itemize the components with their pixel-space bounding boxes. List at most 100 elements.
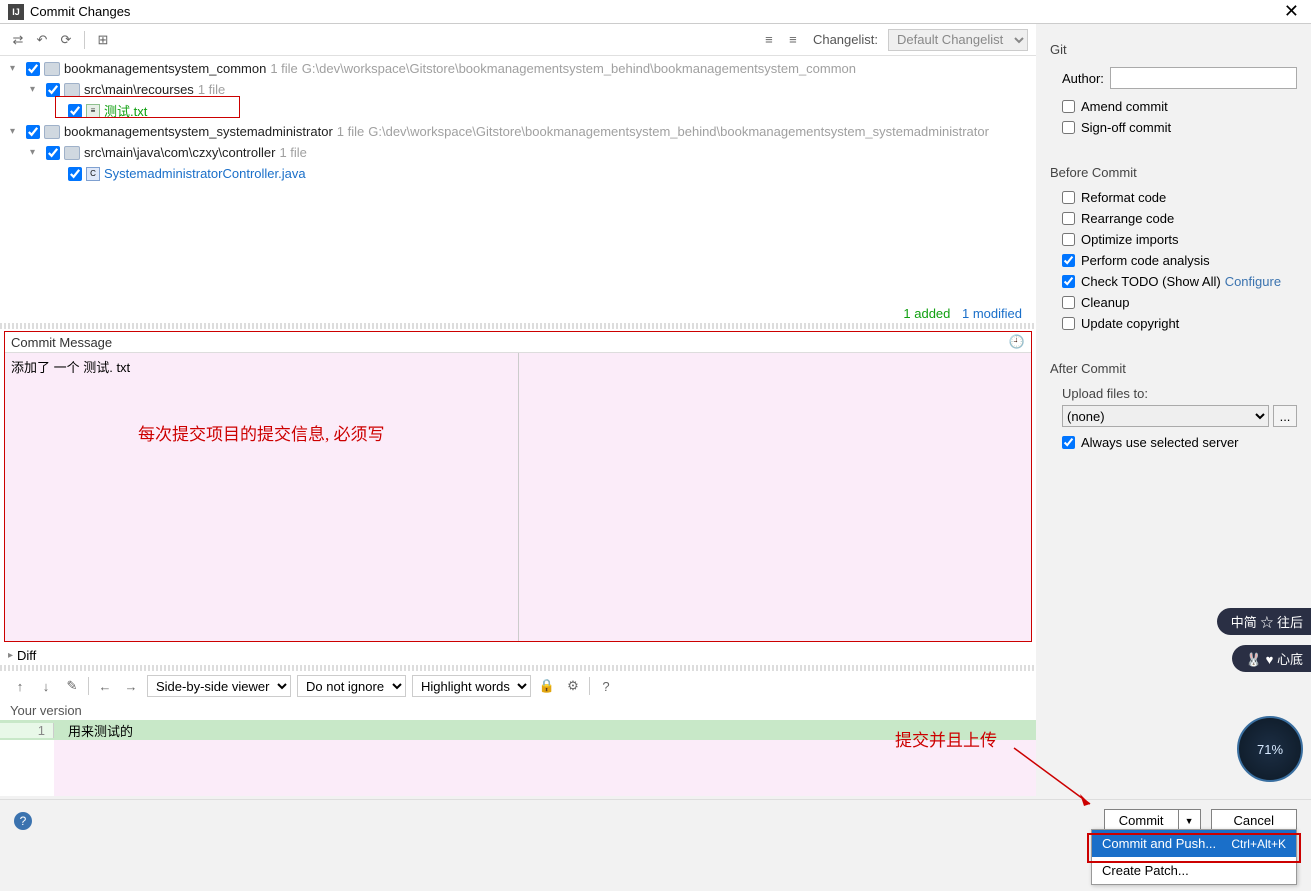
prev-file-icon[interactable]: ← bbox=[95, 676, 115, 696]
close-icon[interactable]: ✕ bbox=[1280, 1, 1303, 22]
create-patch-item[interactable]: Create Patch... bbox=[1092, 857, 1296, 884]
chevron-right-icon[interactable]: ▸ bbox=[8, 650, 13, 661]
analysis-checkbox[interactable] bbox=[1062, 254, 1075, 267]
line-content: 用来测试的 bbox=[54, 721, 133, 740]
module-path: G:\dev\workspace\Gitstore\bookmanagement… bbox=[302, 61, 856, 76]
changelist-select[interactable]: Default Changelist bbox=[888, 29, 1028, 51]
file-name: 测试.txt bbox=[104, 101, 147, 120]
changes-tree: bookmanagementsystem_common 1 file G:\de… bbox=[0, 56, 1036, 304]
rearrange-checkbox[interactable] bbox=[1062, 212, 1075, 225]
commit-toolbar: ⇄ ↶ ⟳ ⊞ ≡ ≡ Changelist: Default Changeli… bbox=[0, 24, 1036, 56]
upload-select[interactable]: (none) bbox=[1062, 405, 1269, 427]
reformat-label: Reformat code bbox=[1081, 190, 1166, 205]
tree-module-row[interactable]: bookmanagementsystem_systemadministrator… bbox=[0, 121, 1036, 142]
optimize-checkbox[interactable] bbox=[1062, 233, 1075, 246]
module-icon bbox=[44, 62, 60, 76]
next-diff-icon[interactable]: ↓ bbox=[36, 676, 56, 696]
highlight-select[interactable]: Highlight words bbox=[412, 675, 531, 697]
commit-message-input[interactable]: 添加了 一个 测试. txt 每次提交项目的提交信息, 必须写 bbox=[5, 353, 519, 641]
copyright-label: Update copyright bbox=[1081, 316, 1179, 331]
upload-label: Upload files to: bbox=[1050, 386, 1297, 401]
diff-line: 1 用来测试的 bbox=[0, 720, 1036, 740]
always-checkbox[interactable] bbox=[1062, 436, 1075, 449]
revert-icon[interactable]: ↶ bbox=[32, 30, 52, 50]
lock-icon[interactable]: 🔒 bbox=[537, 676, 557, 696]
annotation-text: 提交并且上传 bbox=[895, 726, 997, 751]
tree-file-row[interactable]: C SystemadministratorController.java bbox=[0, 163, 1036, 184]
configure-link[interactable]: Configure bbox=[1225, 274, 1281, 289]
expand-icon[interactable]: ≡ bbox=[759, 30, 779, 50]
module-checkbox[interactable] bbox=[26, 62, 40, 76]
file-checkbox[interactable] bbox=[68, 167, 82, 181]
cleanup-label: Cleanup bbox=[1081, 295, 1129, 310]
gear-icon[interactable]: ⚙ bbox=[563, 676, 583, 696]
diff-label: Diff bbox=[17, 648, 36, 663]
upload-browse-button[interactable]: ... bbox=[1273, 405, 1297, 427]
file-count: 1 file bbox=[270, 61, 297, 76]
help-button[interactable]: ? bbox=[14, 812, 32, 830]
folder-name: src\main\java\com\czxy\controller bbox=[84, 145, 275, 160]
chevron-down-icon[interactable] bbox=[30, 147, 42, 158]
diff-empty bbox=[0, 740, 1036, 796]
menu-shortcut: Ctrl+Alt+K bbox=[1231, 837, 1286, 851]
added-count: 1 added bbox=[903, 306, 950, 321]
tree-file-row[interactable]: ≡ 测试.txt bbox=[0, 100, 1036, 121]
collapse-icon[interactable]: ≡ bbox=[783, 30, 803, 50]
ignore-select[interactable]: Do not ignore bbox=[297, 675, 406, 697]
tree-folder-row[interactable]: src\main\java\com\czxy\controller 1 file bbox=[0, 142, 1036, 163]
viewer-select[interactable]: Side-by-side viewer bbox=[147, 675, 291, 697]
folder-icon bbox=[64, 146, 80, 160]
chevron-down-icon[interactable] bbox=[10, 126, 22, 137]
module-name: bookmanagementsystem_common bbox=[64, 61, 266, 76]
author-input[interactable] bbox=[1110, 67, 1297, 89]
prev-diff-icon[interactable]: ↑ bbox=[10, 676, 30, 696]
refresh-icon[interactable]: ⟳ bbox=[56, 30, 76, 50]
tree-module-row[interactable]: bookmanagementsystem_common 1 file G:\de… bbox=[0, 58, 1036, 79]
reformat-checkbox[interactable] bbox=[1062, 191, 1075, 204]
commit-message-label: Commit Message bbox=[11, 335, 112, 350]
file-checkbox[interactable] bbox=[68, 104, 82, 118]
tree-folder-row[interactable]: src\main\recourses 1 file bbox=[0, 79, 1036, 100]
changelist-label: Changelist: bbox=[813, 32, 878, 47]
separator bbox=[84, 31, 85, 49]
signoff-checkbox[interactable] bbox=[1062, 121, 1075, 134]
amend-checkbox[interactable] bbox=[1062, 100, 1075, 113]
signoff-label: Sign-off commit bbox=[1081, 120, 1171, 135]
optimize-label: Optimize imports bbox=[1081, 232, 1179, 247]
copyright-checkbox[interactable] bbox=[1062, 317, 1075, 330]
ime-badge: 中简 ☆ 往后 bbox=[1217, 608, 1311, 635]
resize-grip[interactable] bbox=[0, 323, 1036, 329]
chevron-down-icon[interactable] bbox=[30, 84, 42, 95]
options-panel: Git Author: Amend commit Sign-off commit… bbox=[1036, 24, 1311, 796]
module-checkbox[interactable] bbox=[26, 125, 40, 139]
titlebar: IJ Commit Changes ✕ bbox=[0, 0, 1311, 24]
module-name: bookmanagementsystem_systemadministrator bbox=[64, 124, 333, 139]
help-icon[interactable]: ? bbox=[596, 676, 616, 696]
commit-message-preview bbox=[519, 353, 1032, 641]
folder-checkbox[interactable] bbox=[46, 83, 60, 97]
analysis-label: Perform code analysis bbox=[1081, 253, 1210, 268]
your-version-label: Your version bbox=[0, 701, 1036, 720]
git-section-title: Git bbox=[1050, 42, 1297, 57]
commit-dropdown-button[interactable]: ▼ bbox=[1178, 810, 1200, 831]
always-label: Always use selected server bbox=[1081, 435, 1239, 450]
show-diff-icon[interactable]: ⇄ bbox=[8, 30, 28, 50]
commit-dropdown-menu: Commit and Push... Ctrl+Alt+K Create Pat… bbox=[1091, 829, 1297, 885]
file-count: 1 file bbox=[198, 82, 225, 97]
chevron-down-icon[interactable] bbox=[10, 63, 22, 74]
folder-checkbox[interactable] bbox=[46, 146, 60, 160]
diff-toolbar: ↑ ↓ ✎ ← → Side-by-side viewer Do not ign… bbox=[0, 671, 1036, 701]
intellij-icon: IJ bbox=[8, 4, 24, 20]
edit-icon[interactable]: ✎ bbox=[62, 676, 82, 696]
diff-header[interactable]: ▸ Diff bbox=[0, 646, 1036, 665]
line-number: 1 bbox=[0, 723, 54, 738]
next-file-icon[interactable]: → bbox=[121, 676, 141, 696]
changes-status: 1 added 1 modified bbox=[0, 304, 1036, 323]
todo-checkbox[interactable] bbox=[1062, 275, 1075, 288]
commit-button[interactable]: Commit bbox=[1105, 810, 1178, 831]
commit-and-push-item[interactable]: Commit and Push... Ctrl+Alt+K bbox=[1092, 830, 1296, 857]
amend-label: Amend commit bbox=[1081, 99, 1168, 114]
group-icon[interactable]: ⊞ bbox=[93, 30, 113, 50]
cleanup-checkbox[interactable] bbox=[1062, 296, 1075, 309]
history-icon[interactable]: 🕘 bbox=[1009, 334, 1025, 350]
